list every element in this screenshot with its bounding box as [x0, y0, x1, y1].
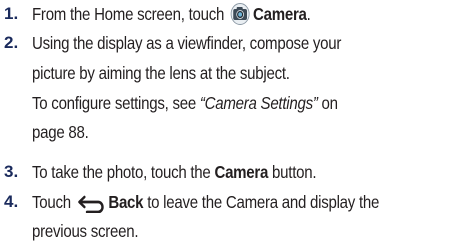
instruction-list: 1. From the Home screen, touch Camera. 2…	[0, 0, 460, 247]
step-text: .	[306, 4, 311, 24]
camera-button-label: Camera	[214, 162, 269, 182]
step-text: button.	[268, 162, 317, 182]
step-text: Using the display as a viewfinder, compo…	[32, 33, 342, 53]
step-number: 3.	[4, 162, 19, 181]
back-label: Back	[108, 192, 144, 212]
camera-label: Camera	[252, 4, 307, 24]
step-number: 4.	[4, 192, 19, 211]
step-text: previous screen.	[32, 221, 139, 241]
step-text: to leave the Camera and display the	[143, 192, 380, 212]
step-text: picture by aiming the lens at the subjec…	[32, 63, 290, 83]
step-4-line-1: Touch Back to leave the Camera and displ…	[32, 190, 379, 219]
camera-icon	[230, 3, 251, 31]
step-4-line-2: previous screen.	[32, 219, 139, 243]
back-arrow-icon	[77, 195, 106, 219]
step-text: page 88.	[32, 122, 89, 142]
step-text: To configure settings, see	[32, 93, 200, 113]
step-1-line-1: From the Home screen, touch Camera.	[32, 2, 311, 31]
step-text: To take the photo, touch the	[32, 162, 215, 182]
cross-reference: “Camera Settings”	[199, 93, 318, 113]
step-2-line-3: To configure settings, see “Camera Setti…	[32, 91, 338, 115]
step-2-line-1: Using the display as a viewfinder, compo…	[32, 31, 341, 55]
step-text: From the Home screen, touch	[32, 4, 229, 24]
step-text: Touch	[32, 192, 75, 212]
step-3-line-1: To take the photo, touch the Camera butt…	[32, 160, 317, 184]
step-text: on	[317, 93, 339, 113]
step-2-line-4: page 88.	[32, 120, 89, 144]
step-number: 2.	[4, 33, 19, 52]
step-2-line-2: picture by aiming the lens at the subjec…	[32, 61, 290, 85]
step-number: 1.	[4, 4, 19, 23]
